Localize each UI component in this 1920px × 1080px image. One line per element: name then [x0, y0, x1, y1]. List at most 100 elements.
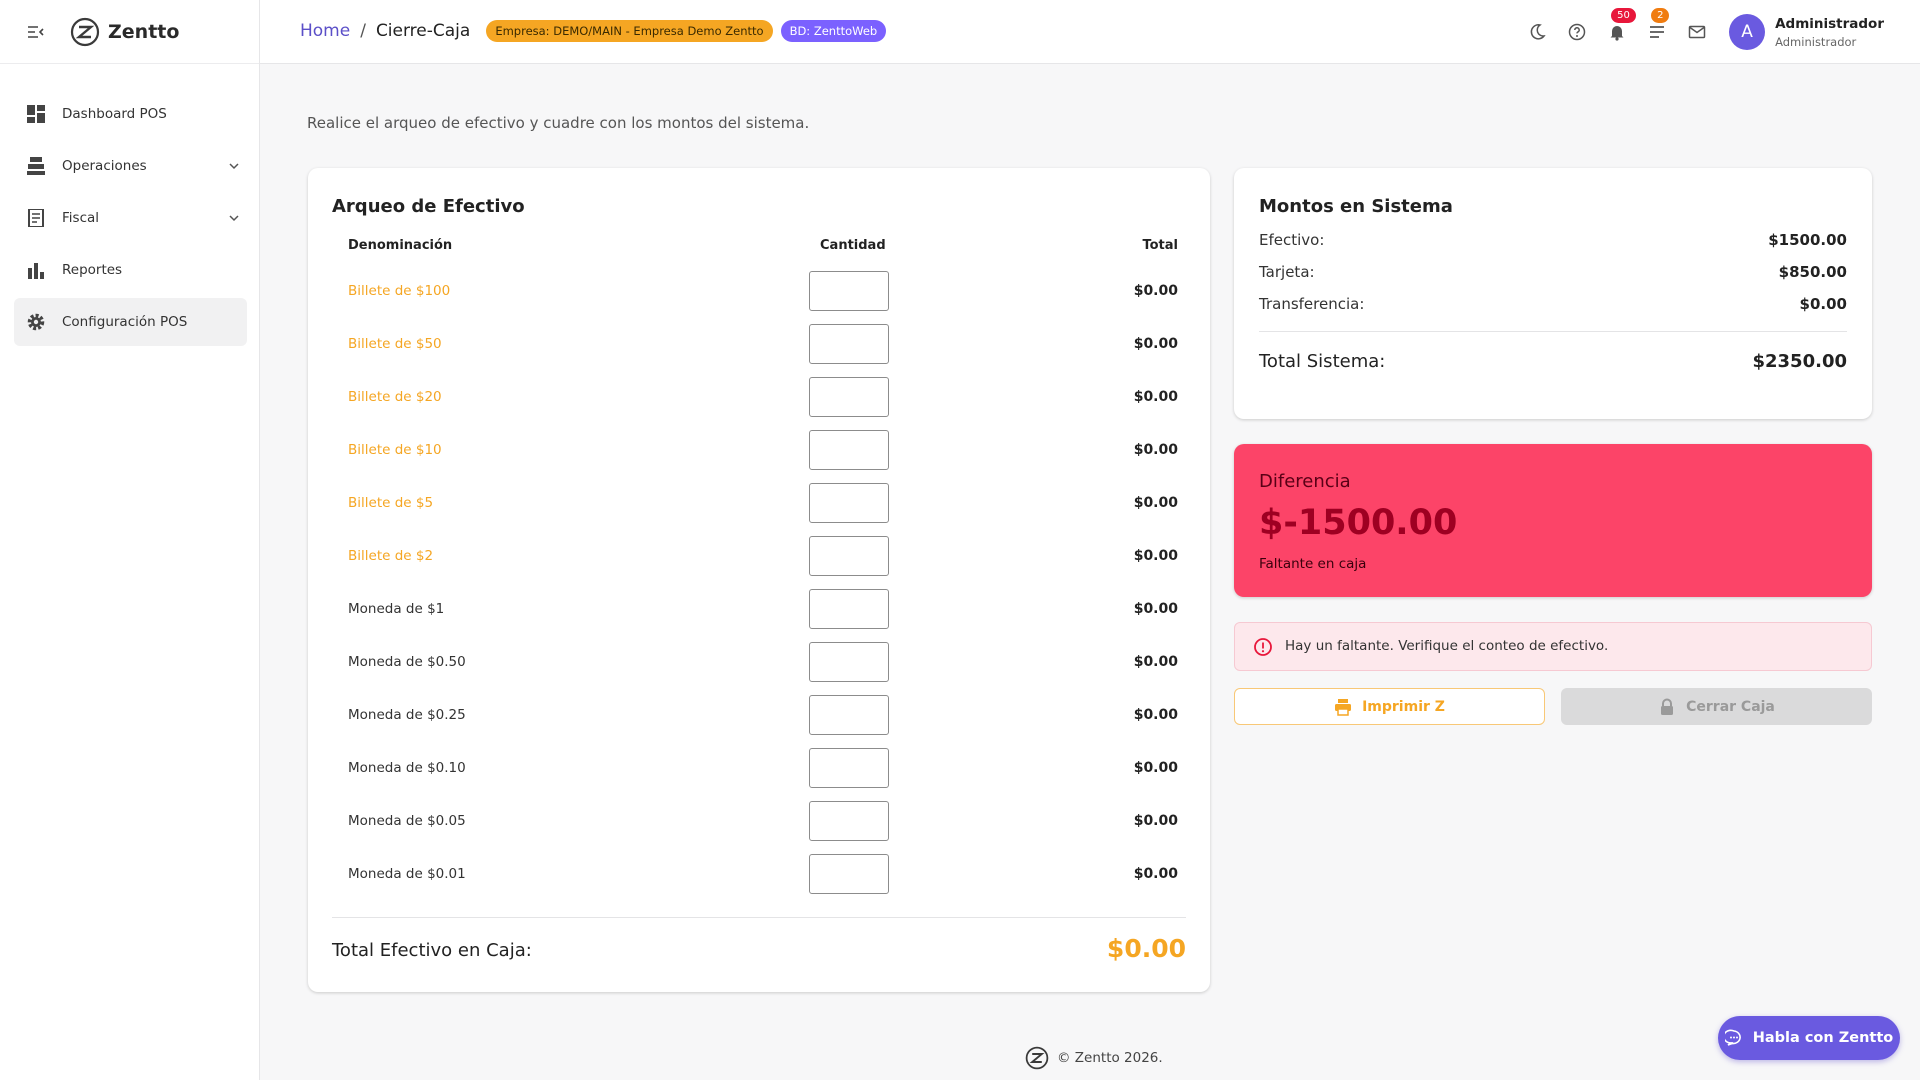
row-total: $0.00: [1133, 760, 1178, 776]
sidebar-item-configuracion-pos[interactable]: Configuración POS: [14, 298, 247, 346]
chevron-down-icon[interactable]: [227, 158, 241, 172]
printer-icon: [1334, 698, 1352, 716]
quantity-input[interactable]: [809, 324, 889, 364]
row-total: $0.00: [1133, 442, 1178, 458]
quantity-input[interactable]: [809, 801, 889, 841]
table-row: Billete de $50 $0.00: [348, 324, 1178, 364]
user-info[interactable]: Administrador Administrador: [1775, 16, 1884, 49]
avatar[interactable]: A: [1729, 14, 1766, 50]
denomination-label: Billete de $100: [348, 283, 451, 299]
denomination-label: Moneda de $1: [348, 601, 445, 617]
system-row-value: $1500.00: [1768, 231, 1847, 249]
row-total: $0.00: [1133, 813, 1178, 829]
quantity-input[interactable]: [809, 642, 889, 682]
row-total: $0.00: [1133, 336, 1178, 352]
cash-count-card: Arqueo de Efectivo Denominación Cantidad…: [308, 168, 1210, 992]
sidebar-item-dashboard-pos[interactable]: Dashboard POS: [14, 90, 247, 138]
lock-icon: [1658, 698, 1676, 716]
sidebar-item-fiscal[interactable]: Fiscal: [14, 194, 247, 242]
quantity-input[interactable]: [809, 854, 889, 894]
system-total-label: Total Sistema:: [1259, 351, 1386, 372]
breadcrumb-home-link[interactable]: Home: [300, 21, 350, 41]
quantity-input[interactable]: [809, 483, 889, 523]
cash-total-label: Total Efectivo en Caja:: [332, 940, 532, 961]
column-header-denomination: Denominación: [348, 238, 453, 253]
system-row-card: Tarjeta: $850.00: [1259, 263, 1847, 283]
denomination-label: Billete de $50: [348, 336, 442, 352]
denomination-label: Moneda de $0.01: [348, 866, 466, 882]
tasks-badge: 2: [1651, 8, 1670, 23]
close-register-label: Cerrar Caja: [1686, 698, 1775, 715]
column-header-quantity: Cantidad: [820, 238, 886, 253]
notifications-bell-icon[interactable]: 50: [1605, 8, 1636, 44]
alert-message: Hay un faltante. Verifique el conteo de …: [1285, 638, 1609, 654]
table-row: Billete de $5 $0.00: [348, 483, 1178, 523]
dark-mode-moon-icon[interactable]: [1525, 20, 1549, 44]
difference-value: $-1500.00: [1259, 503, 1458, 543]
quantity-input[interactable]: [809, 271, 889, 311]
sidebar: Zentto Dashboard POS Operaciones Fiscal: [0, 0, 260, 1080]
breadcrumb-separator: /: [360, 21, 366, 41]
column-header-total: Total: [1142, 238, 1178, 253]
quantity-input[interactable]: [809, 695, 889, 735]
row-total: $0.00: [1133, 283, 1178, 299]
mail-icon[interactable]: [1685, 20, 1709, 44]
gear-icon: [26, 312, 46, 332]
database-chip: BD: ZenttoWeb: [780, 20, 887, 42]
table-row: Moneda de $0.01 $0.00: [348, 854, 1178, 894]
sidebar-item-label: Reportes: [62, 262, 123, 278]
quantity-input[interactable]: [809, 589, 889, 629]
denomination-label: Billete de $5: [348, 495, 434, 511]
user-name: Administrador: [1775, 15, 1884, 32]
system-amounts-title: Montos en Sistema: [1259, 196, 1453, 217]
row-total: $0.00: [1133, 495, 1178, 511]
print-z-label: Imprimir Z: [1362, 698, 1445, 715]
row-total: $0.00: [1133, 707, 1178, 723]
chat-bubble-icon: [1724, 1029, 1743, 1047]
table-row: Billete de $2 $0.00: [348, 536, 1178, 576]
shortage-alert: Hay un faltante. Verifique el conteo de …: [1234, 622, 1872, 671]
row-total: $0.00: [1133, 548, 1178, 564]
denomination-label: Moneda de $0.10: [348, 760, 466, 776]
help-icon[interactable]: [1565, 20, 1589, 44]
chevron-down-icon[interactable]: [227, 210, 241, 224]
divider: [332, 917, 1186, 918]
page-subtitle: Realice el arqueo de efectivo y cuadre c…: [307, 114, 810, 132]
system-total: Total Sistema: $2350.00: [1259, 351, 1847, 375]
system-total-value: $2350.00: [1752, 351, 1847, 372]
tasks-list-icon[interactable]: 2: [1645, 8, 1670, 44]
breadcrumb-current: Cierre-Caja: [375, 21, 471, 41]
table-row: Moneda de $0.10 $0.00: [348, 748, 1178, 788]
difference-card: Diferencia $-1500.00 Faltante en caja: [1234, 444, 1872, 597]
sidebar-item-label: Configuración POS: [62, 314, 188, 330]
quantity-input[interactable]: [809, 430, 889, 470]
dashboard-icon: [26, 104, 46, 124]
sidebar-item-operaciones[interactable]: Operaciones: [14, 142, 247, 190]
system-row-cash: Efectivo: $1500.00: [1259, 231, 1847, 251]
register-icon: [26, 156, 46, 176]
error-circle-icon: [1253, 637, 1273, 657]
print-z-button[interactable]: Imprimir Z: [1234, 688, 1545, 725]
sidebar-item-label: Fiscal: [62, 210, 100, 226]
sidebar-item-reportes[interactable]: Reportes: [14, 246, 247, 294]
row-total: $0.00: [1133, 654, 1178, 670]
chat-button[interactable]: Habla con Zentto: [1718, 1016, 1900, 1060]
menu-collapse-icon[interactable]: [28, 25, 46, 39]
difference-title: Diferencia: [1259, 471, 1351, 492]
quantity-input[interactable]: [809, 748, 889, 788]
quantity-input[interactable]: [809, 377, 889, 417]
zentto-logo-icon: [1025, 1046, 1049, 1070]
topbar-actions: 50 2 A Administrador Administrador: [1525, 0, 1920, 64]
system-row-value: $850.00: [1778, 263, 1847, 281]
cash-total-value: $0.00: [1106, 934, 1186, 963]
table-row: Billete de $20 $0.00: [348, 377, 1178, 417]
table-row: Billete de $10 $0.00: [348, 430, 1178, 470]
company-chip: Empresa: DEMO/MAIN - Empresa Demo Zentto: [486, 20, 773, 42]
denomination-label: Moneda de $0.05: [348, 813, 466, 829]
sidebar-item-label: Operaciones: [62, 158, 147, 174]
denomination-label: Moneda de $0.50: [348, 654, 466, 670]
cash-count-table-header: Denominación Cantidad Total: [348, 238, 1178, 258]
table-row: Moneda de $0.05 $0.00: [348, 801, 1178, 841]
quantity-input[interactable]: [809, 536, 889, 576]
close-register-button[interactable]: Cerrar Caja: [1561, 688, 1872, 725]
